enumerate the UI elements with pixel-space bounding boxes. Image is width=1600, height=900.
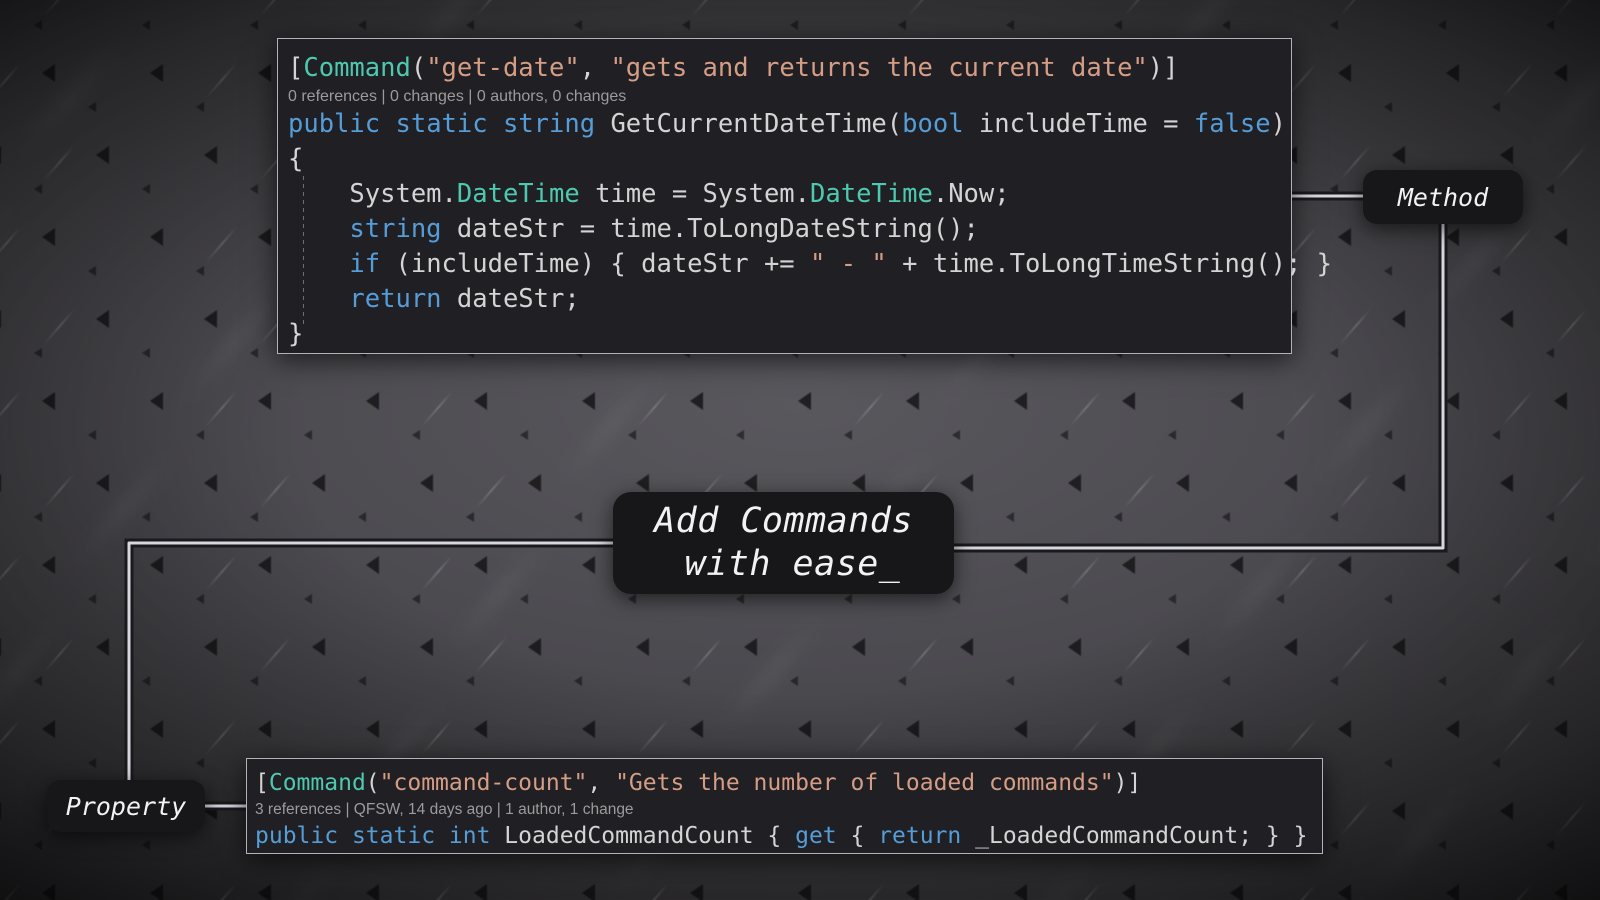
indent-guide <box>303 176 304 324</box>
code-line: public static int LoadedCommandCount { g… <box>255 823 1308 849</box>
code-line: [Command("get-date", "gets and returns t… <box>288 53 1179 83</box>
codelens-method[interactable]: 0 references | 0 changes | 0 authors, 0 … <box>278 86 1291 107</box>
promo-graphic: [Command("get-date", "gets and returns t… <box>0 0 1600 900</box>
code-line: { <box>288 144 304 174</box>
hero-label: Add Commands with ease_ <box>613 492 954 594</box>
annotation-pill-property-label: Property <box>65 791 187 821</box>
hero-label-line1: Add Commands <box>654 501 913 541</box>
code-line: public static string GetCurrentDateTime(… <box>288 109 1286 139</box>
code-line: return dateStr; <box>349 284 580 314</box>
code-block-method: [Command("get-date", "gets and returns t… <box>277 38 1332 354</box>
codelens-property[interactable]: 3 references | QFSW, 14 days ago | 1 aut… <box>247 799 1322 820</box>
code-block-property: [Command("command-count", "Gets the numb… <box>246 758 1323 854</box>
code-line: [Command("command-count", "Gets the numb… <box>255 770 1142 796</box>
code-line: string dateStr = time.ToLongDateString()… <box>349 214 979 244</box>
code-line: } <box>288 319 304 349</box>
code-line: if (includeTime) { dateStr += " - " + ti… <box>349 249 1332 279</box>
hero-label-line2: with ease_ <box>684 544 901 584</box>
annotation-pill-property: Property <box>47 780 205 832</box>
code-line: System.DateTime time = System.DateTime.N… <box>288 179 1010 209</box>
annotation-pill-method-label: Method <box>1397 182 1489 212</box>
annotation-pill-method: Method <box>1363 170 1523 224</box>
